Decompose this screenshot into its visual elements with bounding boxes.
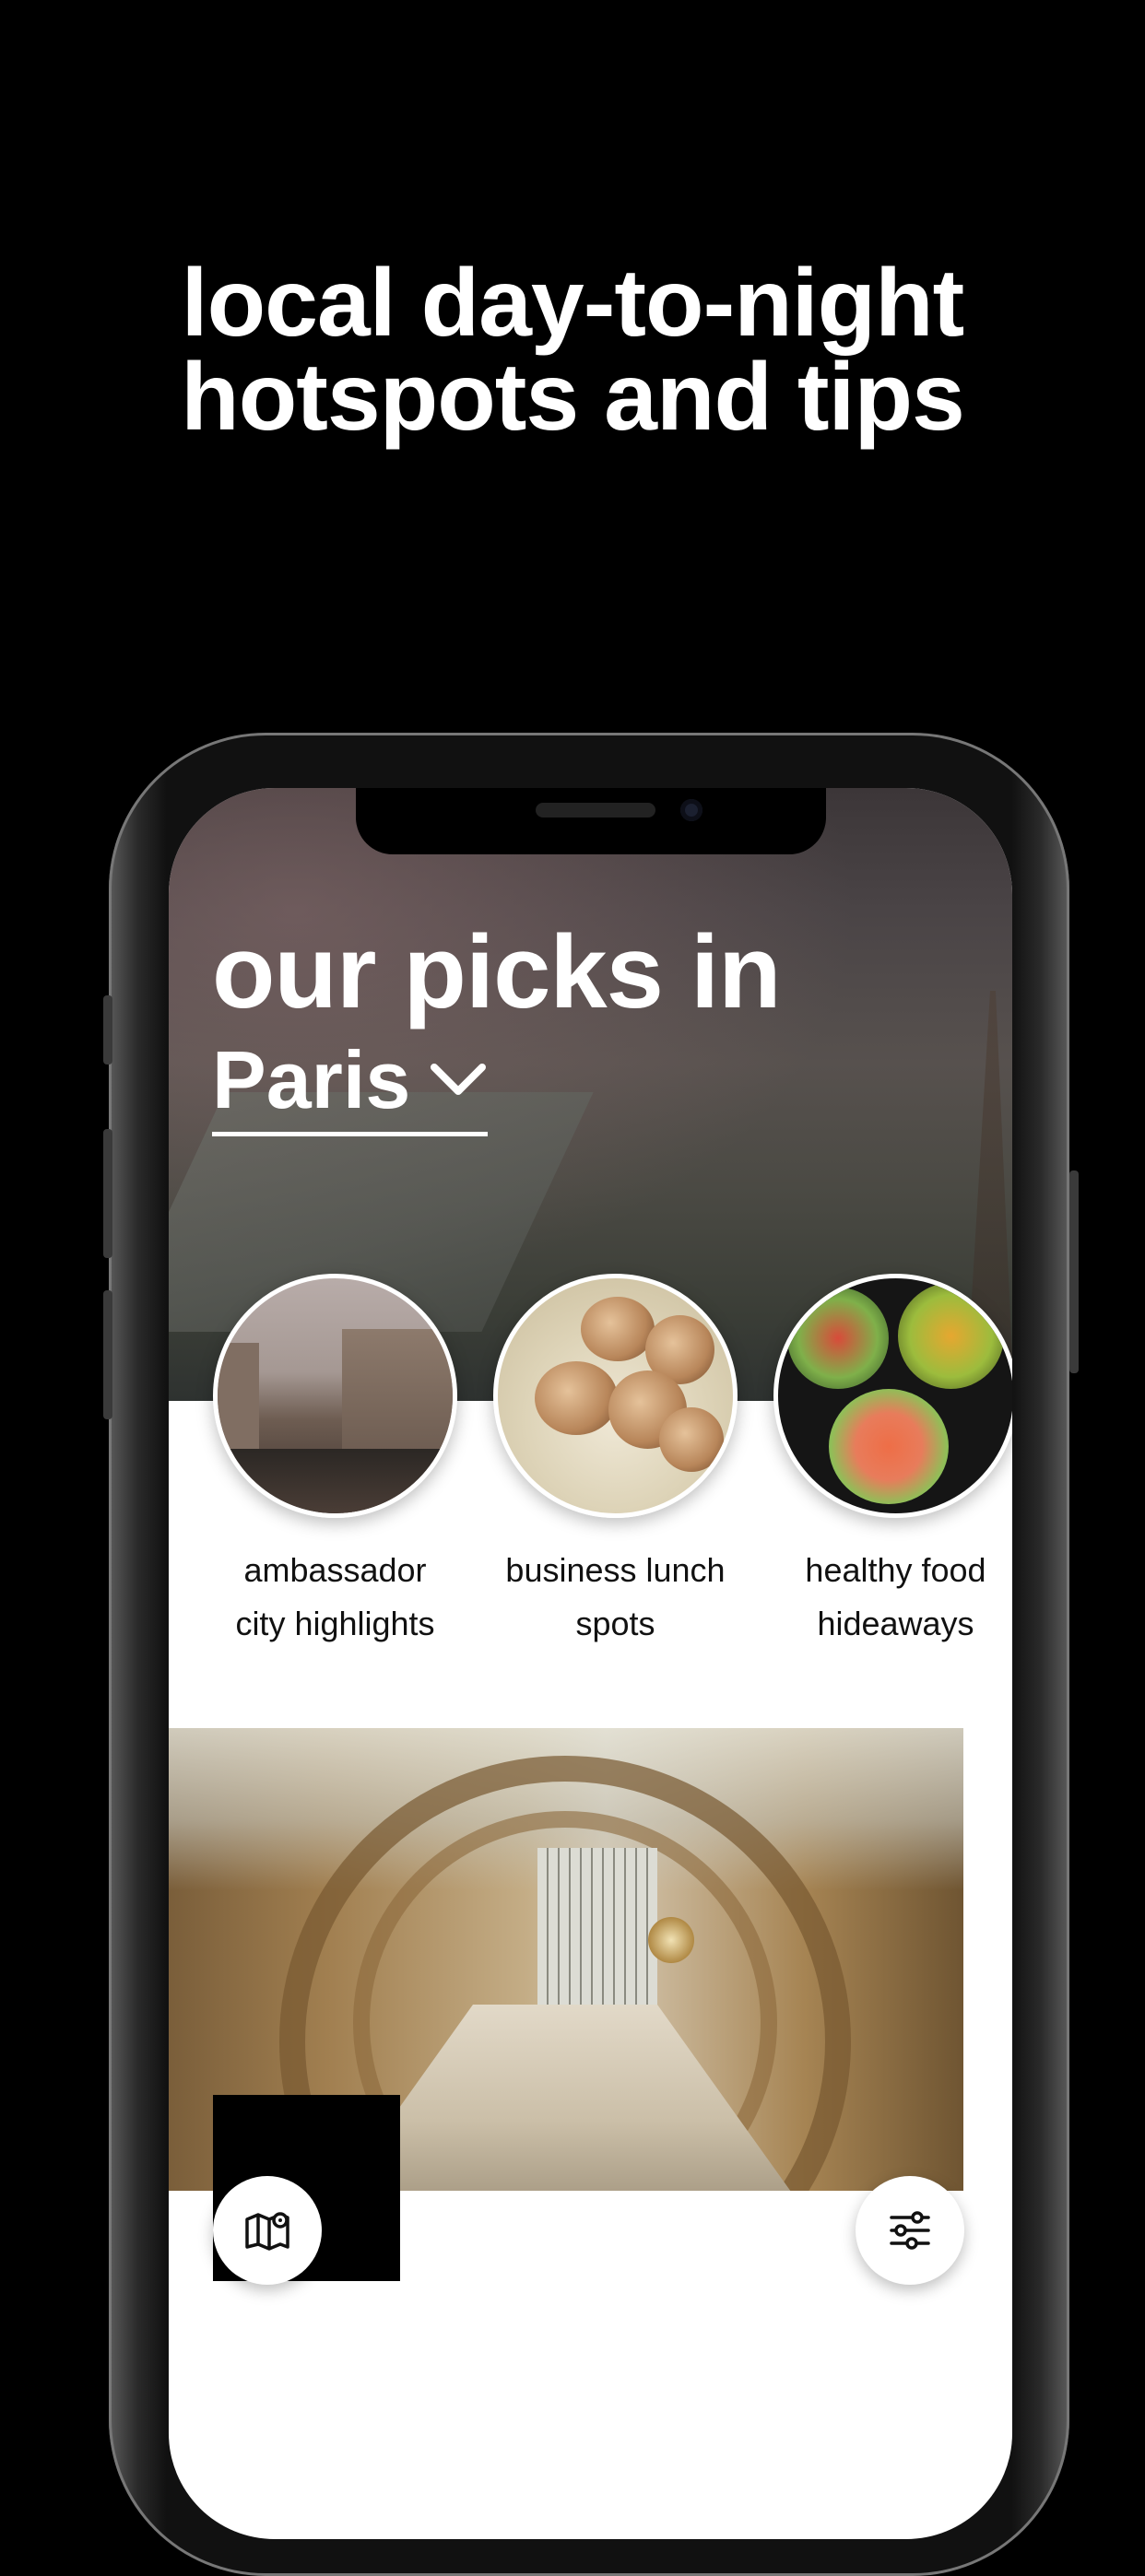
phone-notch [356, 788, 826, 854]
phone-silent-switch [103, 995, 112, 1065]
category-image-city-street [213, 1274, 457, 1518]
museum-end-window [537, 1848, 657, 2005]
category-business-lunch-spots[interactable]: business lunch spots [493, 1274, 738, 1651]
phone-screen: our picks in Paris ambassador city highl… [169, 788, 1012, 2539]
phone-camera [680, 799, 702, 821]
map-icon [245, 2212, 289, 2251]
category-image-escargots [493, 1274, 738, 1518]
category-label-line-1: business lunch [505, 1551, 726, 1589]
headline-line-2: hotspots and tips [181, 344, 965, 451]
map-button[interactable] [213, 2176, 322, 2285]
phone-volume-down [103, 1290, 112, 1419]
picks-title: our picks in [212, 914, 782, 1029]
category-healthy-food-hideaways[interactable]: healthy food hideaways [773, 1274, 1012, 1651]
phone-speaker [536, 803, 655, 817]
category-label-line-2: spots [575, 1605, 655, 1642]
chevron-down-icon [431, 1064, 487, 1095]
category-label: healthy food hideaways [773, 1544, 1012, 1651]
category-label: business lunch spots [493, 1544, 738, 1651]
phone-power-button [1069, 1170, 1079, 1373]
category-label-line-1: ambassador [243, 1551, 427, 1589]
category-image-healthy-bowls [773, 1274, 1012, 1518]
headline-line-1: local day-to-night [181, 250, 965, 357]
category-label: ambassador city highlights [213, 1544, 457, 1651]
category-ambassador-city-highlights[interactable]: ambassador city highlights [213, 1274, 457, 1651]
city-name: Paris [212, 1034, 411, 1125]
filter-button[interactable] [856, 2176, 964, 2285]
filter-icon [890, 2211, 930, 2250]
city-selector[interactable]: Paris [212, 1034, 489, 1136]
category-label-line-2: city highlights [235, 1605, 435, 1642]
category-label-line-2: hideaways [817, 1605, 974, 1642]
category-label-line-1: healthy food [805, 1551, 986, 1589]
museum-clock [648, 1917, 694, 1963]
promo-headline: local day-to-night hotspots and tips [0, 250, 1145, 451]
phone-volume-up [103, 1129, 112, 1258]
